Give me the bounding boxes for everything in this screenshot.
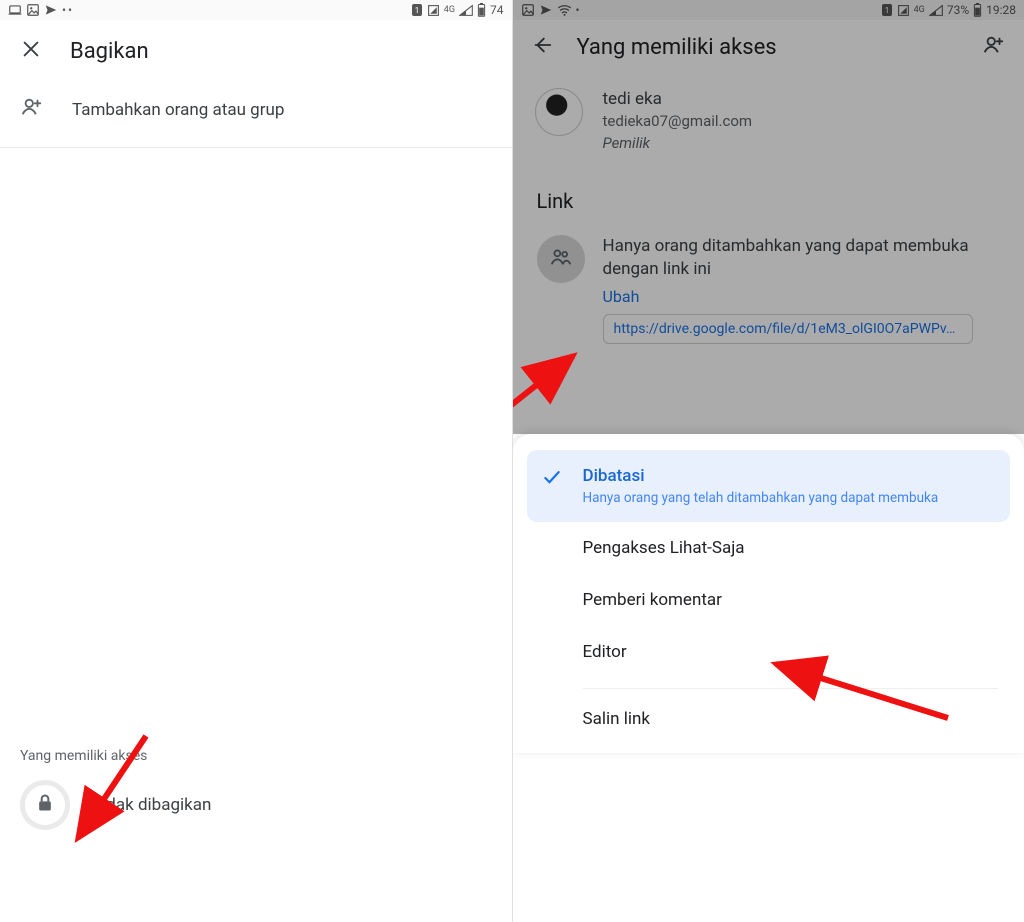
access-title: Yang memiliki akses bbox=[577, 35, 959, 60]
send-icon bbox=[539, 3, 553, 17]
option-restricted[interactable]: Dibatasi Hanya orang yang telah ditambah… bbox=[527, 450, 1011, 522]
clock-text: 19:28 bbox=[986, 3, 1016, 17]
back-icon[interactable] bbox=[531, 34, 553, 60]
share-title: Bagikan bbox=[70, 39, 149, 64]
image-icon bbox=[521, 3, 535, 17]
person-add-icon bbox=[20, 96, 44, 123]
viewer-label: Pengakses Lihat-Saja bbox=[583, 538, 745, 558]
signal-icon bbox=[427, 4, 440, 17]
status-bar: •• 1 4G 74 bbox=[0, 0, 512, 20]
person-add-icon[interactable] bbox=[982, 34, 1006, 60]
link-heading: Link bbox=[513, 167, 1024, 221]
add-people-label: Tambahkan orang atau grup bbox=[72, 100, 284, 120]
sim-icon: 1 bbox=[411, 3, 423, 17]
svg-text:1: 1 bbox=[884, 6, 889, 15]
image-icon bbox=[26, 3, 40, 17]
option-viewer[interactable]: Pengakses Lihat-Saja bbox=[513, 522, 1024, 574]
add-people-row[interactable]: Tambahkan orang atau grup bbox=[0, 82, 512, 148]
who-has-access-label: Yang memiliki akses bbox=[0, 748, 512, 770]
more-dots-icon: •• bbox=[62, 3, 74, 17]
link-description: Hanya orang ditambahkan yang dapat membu… bbox=[603, 235, 1001, 281]
option-commenter[interactable]: Pemberi komentar bbox=[513, 574, 1024, 626]
not-shared-row[interactable]: Tidak dibagikan bbox=[0, 770, 512, 848]
cell-bars-icon bbox=[459, 4, 473, 17]
lock-icon bbox=[35, 792, 55, 818]
battery-percent: 73% bbox=[947, 3, 969, 17]
close-icon[interactable] bbox=[20, 38, 42, 64]
option-copy-link[interactable]: Salin link bbox=[513, 693, 1024, 745]
sim-icon: 1 bbox=[881, 3, 893, 17]
cell-bars-icon bbox=[929, 4, 943, 17]
wifi-icon bbox=[557, 4, 572, 17]
share-header: Bagikan bbox=[0, 20, 512, 82]
battery-icon bbox=[973, 3, 982, 17]
send-icon bbox=[44, 3, 58, 17]
left-screenshot: •• 1 4G 74 Bagikan Tambahkan orang atau … bbox=[0, 0, 513, 922]
link-section: Link Hanya orang ditambahkan yang dapat … bbox=[513, 167, 1024, 374]
lock-circle bbox=[20, 780, 70, 830]
owner-row: tedi eka tedieka07@gmail.com Pemilik bbox=[513, 74, 1024, 167]
dot-icon: • bbox=[576, 3, 580, 17]
battery-percent: 74 bbox=[490, 3, 504, 17]
network-4g-icon: 4G bbox=[914, 5, 925, 15]
restricted-title: Dibatasi bbox=[583, 466, 939, 486]
svg-text:1: 1 bbox=[415, 6, 420, 15]
access-header: Yang memiliki akses bbox=[513, 20, 1024, 74]
signal-icon bbox=[897, 4, 910, 17]
permission-sheet: Dibatasi Hanya orang yang telah ditambah… bbox=[513, 434, 1024, 753]
people-icon bbox=[549, 246, 573, 272]
network-4g-icon: 4G bbox=[444, 5, 455, 15]
check-icon bbox=[542, 468, 562, 493]
commenter-label: Pemberi komentar bbox=[583, 590, 722, 610]
avatar bbox=[535, 88, 583, 136]
status-bar-right: • 1 4G 73% 19:28 bbox=[513, 0, 1024, 20]
owner-name: tedi eka bbox=[603, 88, 753, 111]
owner-role: Pemilik bbox=[603, 133, 753, 153]
restricted-sub: Hanya orang yang telah ditambahkan yang … bbox=[583, 490, 939, 506]
option-editor[interactable]: Editor bbox=[513, 626, 1024, 678]
people-circle bbox=[537, 235, 585, 283]
not-shared-label: Tidak dibagikan bbox=[92, 795, 211, 815]
laptop-icon bbox=[8, 3, 22, 17]
dimmed-background: • 1 4G 73% 19:28 Yang memiliki akses bbox=[513, 0, 1024, 434]
copy-link-label: Salin link bbox=[583, 709, 651, 729]
battery-icon bbox=[477, 3, 486, 17]
right-screenshot: • 1 4G 73% 19:28 Yang memiliki akses bbox=[513, 0, 1024, 922]
change-link[interactable]: Ubah bbox=[603, 287, 640, 306]
owner-email: tedieka07@gmail.com bbox=[603, 111, 753, 131]
drive-url[interactable]: https://drive.google.com/file/d/1eM3_olG… bbox=[603, 314, 973, 344]
editor-label: Editor bbox=[583, 642, 627, 662]
